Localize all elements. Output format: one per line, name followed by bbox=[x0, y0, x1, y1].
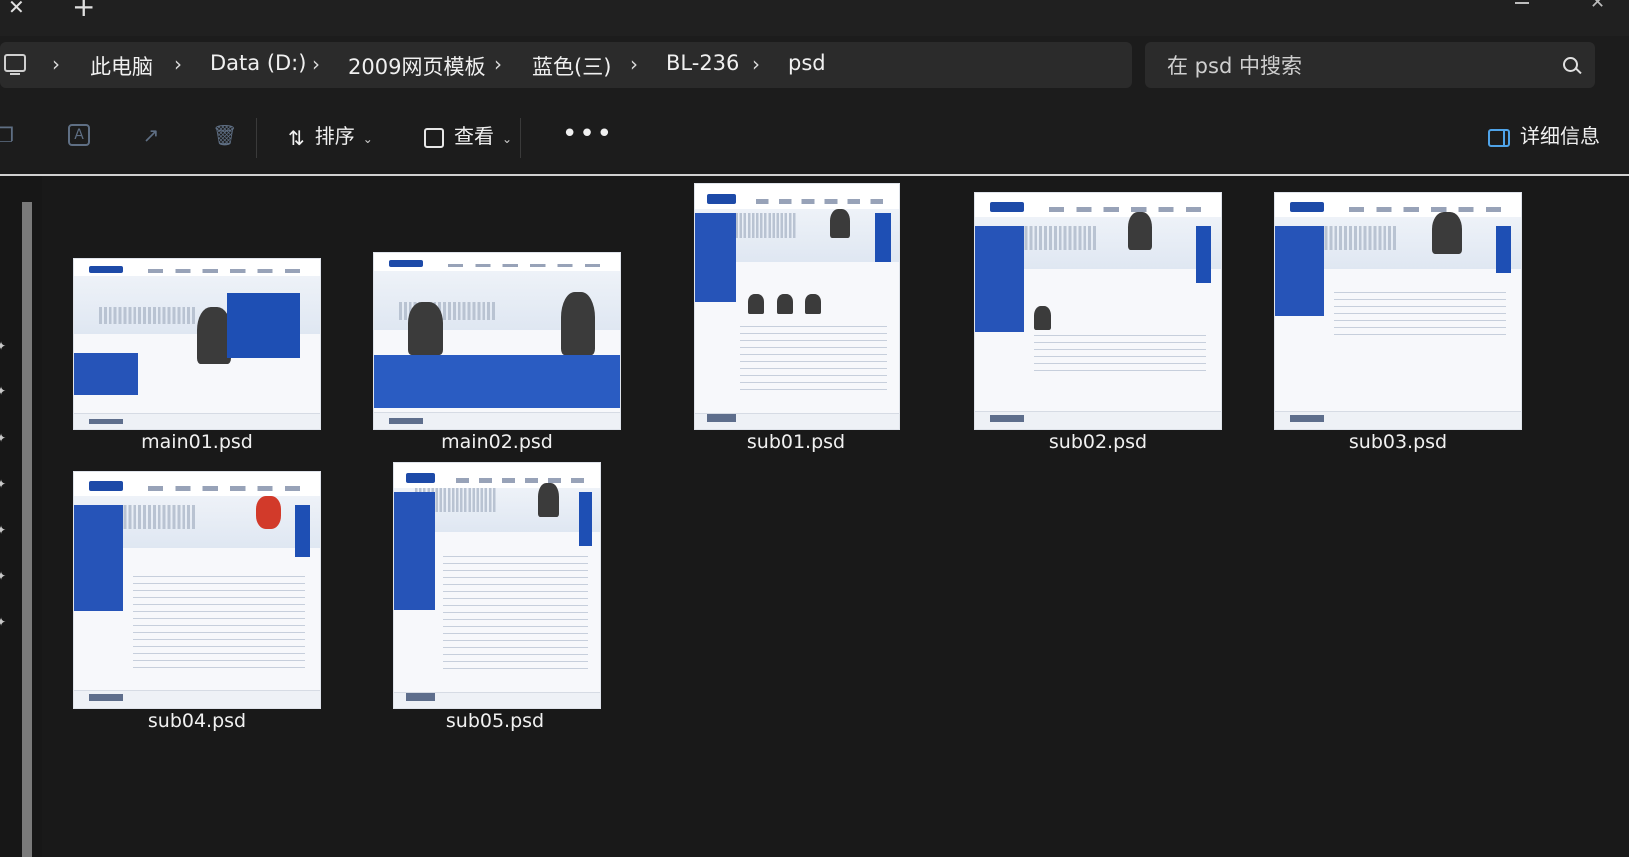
toolbar-divider bbox=[520, 118, 521, 158]
delete-icon[interactable]: 🗑 bbox=[212, 124, 237, 146]
chevron-right-icon[interactable]: › bbox=[630, 52, 638, 76]
new-tab-icon[interactable]: + bbox=[72, 0, 102, 21]
file-name[interactable]: main02.psd bbox=[367, 431, 627, 453]
chevron-right-icon[interactable]: › bbox=[174, 52, 182, 76]
scrollbar[interactable] bbox=[22, 202, 32, 857]
file-thumbnail[interactable] bbox=[1274, 192, 1522, 430]
navigation-pane[interactable]: ✦ ✦ ✦ ✦ ✦ ✦ ✦ bbox=[0, 176, 42, 857]
search-box[interactable] bbox=[1145, 42, 1595, 90]
file-thumbnail[interactable] bbox=[694, 183, 900, 430]
view-icon bbox=[424, 127, 444, 148]
chevron-down-icon: ⌄ bbox=[362, 132, 373, 146]
more-options-button[interactable]: ••• bbox=[562, 120, 614, 152]
file-thumbnail[interactable] bbox=[974, 192, 1222, 430]
pin-icon[interactable]: ✦ bbox=[0, 478, 6, 490]
chevron-right-icon[interactable]: › bbox=[494, 52, 502, 76]
breadcrumb-item-this-pc[interactable]: 此电脑 bbox=[90, 51, 153, 81]
details-label: 详细信息 bbox=[1520, 124, 1600, 148]
file-thumbnail[interactable] bbox=[373, 252, 621, 430]
toolbar-divider bbox=[256, 118, 257, 158]
more-icon: ••• bbox=[562, 119, 615, 149]
file-name[interactable]: main01.psd bbox=[67, 431, 327, 453]
sort-icon: ⇅ bbox=[288, 125, 305, 150]
chevron-right-icon[interactable]: › bbox=[312, 52, 320, 76]
window-close-icon[interactable]: ✕ bbox=[1590, 0, 1605, 13]
sort-button[interactable]: ⇅ 排序 ⌄ bbox=[288, 120, 373, 152]
pin-icon[interactable]: ✦ bbox=[0, 570, 6, 582]
pin-icon[interactable]: ✦ bbox=[0, 385, 6, 397]
view-label: 查看 bbox=[454, 124, 494, 148]
breadcrumb-item-drive[interactable]: Data (D:) bbox=[210, 51, 306, 75]
details-pane-button[interactable]: 详细信息 bbox=[1488, 120, 1600, 152]
file-thumbnail[interactable] bbox=[73, 258, 321, 430]
search-input[interactable] bbox=[1165, 42, 1549, 90]
close-tab-icon[interactable]: ✕ bbox=[8, 0, 32, 18]
tab-strip: ✕ + ✕ bbox=[0, 0, 1629, 36]
pin-icon[interactable]: ✦ bbox=[0, 432, 6, 444]
file-name[interactable]: sub03.psd bbox=[1268, 431, 1528, 453]
file-name[interactable]: sub04.psd bbox=[67, 710, 327, 732]
breadcrumb-item-bl236[interactable]: BL-236 bbox=[666, 51, 739, 75]
computer-icon[interactable] bbox=[4, 54, 26, 75]
breadcrumb-item-psd[interactable]: psd bbox=[788, 51, 826, 75]
copy-icon[interactable]: ❐ bbox=[0, 124, 16, 146]
address-bar[interactable]: › 此电脑 › Data (D:) › 2009网页模板 › 蓝色(三) › B… bbox=[0, 42, 1132, 88]
view-button[interactable]: 查看 ⌄ bbox=[424, 120, 512, 152]
pin-icon[interactable]: ✦ bbox=[0, 340, 6, 352]
breadcrumb-item-blue[interactable]: 蓝色(三) bbox=[532, 51, 611, 81]
pin-icon[interactable]: ✦ bbox=[0, 616, 6, 628]
pin-icon[interactable]: ✦ bbox=[0, 524, 6, 536]
command-bar: ❐ A ↗ 🗑 ⇅ 排序 ⌄ 查看 ⌄ ••• 详细信息 bbox=[0, 104, 1629, 168]
file-grid: main01.psd main02.psd sub01.psd sub02.ps… bbox=[42, 176, 1629, 857]
chevron-right-icon[interactable]: › bbox=[52, 52, 60, 76]
minimize-icon[interactable] bbox=[1515, 0, 1529, 4]
file-thumbnail[interactable] bbox=[73, 471, 321, 709]
file-name[interactable]: sub02.psd bbox=[968, 431, 1228, 453]
file-name[interactable]: sub01.psd bbox=[666, 431, 926, 453]
chevron-down-icon: ⌄ bbox=[502, 132, 513, 146]
file-name[interactable]: sub05.psd bbox=[365, 710, 625, 732]
chevron-right-icon[interactable]: › bbox=[752, 52, 760, 76]
breadcrumb-item-templates[interactable]: 2009网页模板 bbox=[348, 51, 485, 81]
share-icon[interactable]: ↗ bbox=[140, 124, 162, 146]
file-thumbnail[interactable] bbox=[393, 462, 601, 709]
rename-icon[interactable]: A bbox=[68, 124, 90, 146]
sort-label: 排序 bbox=[314, 124, 355, 148]
search-icon[interactable] bbox=[1563, 57, 1578, 72]
details-pane-icon bbox=[1488, 128, 1510, 147]
